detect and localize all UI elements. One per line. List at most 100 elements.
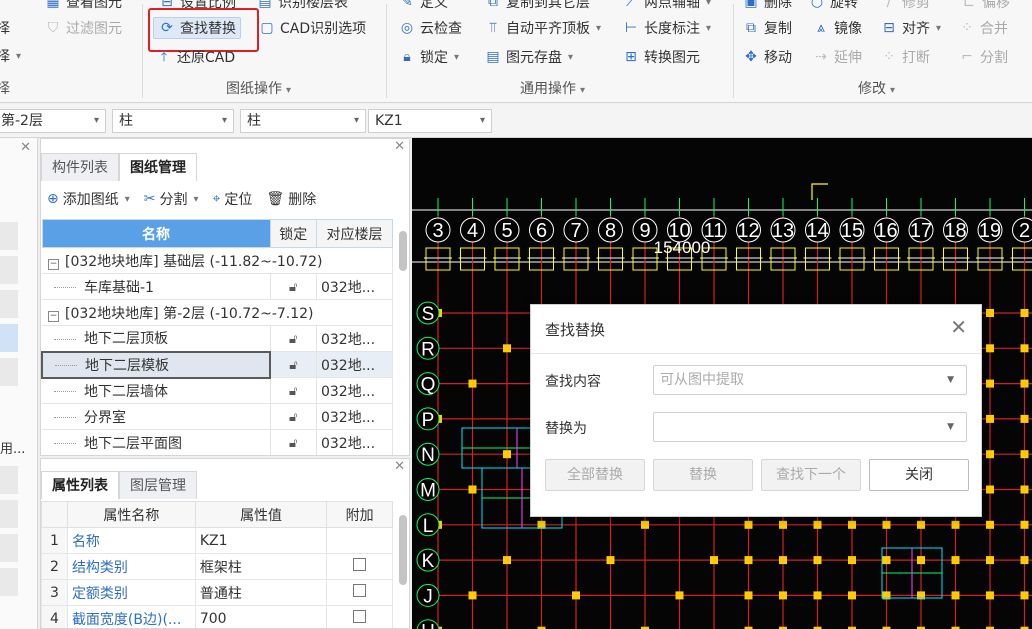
delete-button[interactable]: ▣ 删除	[742, 0, 792, 13]
vertical-scrollbar[interactable]	[399, 515, 407, 585]
nav-item[interactable]	[0, 290, 18, 318]
mirror-button[interactable]: ⩓ 镜像	[812, 17, 862, 39]
split-drawing-button[interactable]: ✂ 分割 ▾	[144, 189, 199, 209]
close-icon[interactable]: ✕	[950, 315, 967, 339]
align-button[interactable]: ⊟ 对齐 ▾	[880, 17, 941, 39]
break-button[interactable]: ⁘ 打断	[880, 46, 930, 68]
copy-to-floor-button[interactable]: ⧉ 复制到其它层	[484, 0, 590, 13]
table-row[interactable]: 地下二层平面图 🔓︎ 032地...	[42, 429, 394, 455]
tab-property-list[interactable]: 属性列表	[41, 471, 119, 499]
split-button[interactable]: ⌐ 分割	[958, 46, 1008, 68]
dimension-button[interactable]: ⊢ 长度标注 ▾	[622, 17, 711, 39]
nav-item[interactable]	[0, 222, 18, 250]
tab-layer-management[interactable]: 图层管理	[119, 471, 197, 499]
table-row[interactable]: − [032地块地库] 基础层 (-11.82~-10.72)	[42, 247, 393, 274]
axis-label: 2	[1019, 220, 1030, 242]
locate-button[interactable]: ⌖ 定位	[213, 189, 253, 209]
chevron-down-icon[interactable]: ▼	[947, 366, 954, 394]
tab-component-list[interactable]: 构件列表	[41, 153, 119, 181]
component-type-select[interactable]: 柱 ▾	[112, 109, 234, 133]
replace-all-button[interactable]: 全部替换	[545, 459, 645, 491]
unlock-icon[interactable]: 🔓︎	[289, 332, 297, 347]
unlock-icon[interactable]: 🔓︎	[289, 358, 297, 373]
group-label-general-ops[interactable]: 通用操作 ▾	[520, 78, 585, 98]
find-input[interactable]: 可从图中提取 ▼	[653, 365, 967, 395]
nav-item[interactable]	[0, 534, 18, 562]
collapse-icon[interactable]: −	[48, 310, 59, 322]
convert-button[interactable]: ⊞ 转换图元	[622, 46, 700, 68]
column-marker	[744, 591, 753, 600]
cloud-check-button[interactable]: ◎ 云检查	[398, 17, 462, 39]
two-point-aux-button[interactable]: ⟋ 两点辅轴 ▾	[622, 0, 711, 13]
floor-select[interactable]: 第-2层 ▾	[0, 109, 106, 133]
column-header-lock[interactable]: 锁定	[269, 219, 317, 248]
nav-item[interactable]	[0, 500, 18, 528]
table-row[interactable]: − [032地块地库] 第-2层 (-10.72~-7.12)	[42, 299, 393, 326]
column-header-name[interactable]: 名称	[41, 219, 271, 248]
find-next-button[interactable]: 查找下一个	[761, 459, 861, 491]
offset-button[interactable]: ⊏ 偏移	[960, 0, 1010, 13]
component-name-select[interactable]: KZ1 ▾	[368, 109, 492, 133]
extra-checkbox[interactable]	[353, 610, 367, 623]
extend-button[interactable]: ⇢ 延伸	[812, 46, 862, 68]
table-row[interactable]: 地下二层顶板 🔓︎ 032地...	[42, 325, 394, 352]
auto-align-top-button[interactable]: ⫪ 自动平齐顶板 ▾	[484, 17, 601, 39]
prop-value[interactable]: 框架柱	[194, 553, 328, 580]
prop-name: 名称	[66, 527, 196, 554]
define-button[interactable]: ✎ 定义	[398, 0, 448, 13]
table-row[interactable]: 2 结构类别 框架柱	[41, 553, 393, 580]
restore-cad-button[interactable]: ⤒ 还原CAD	[155, 46, 235, 68]
extra-checkbox[interactable]	[353, 584, 367, 597]
lock-button[interactable]: 🔒︎ 锁定 ▾	[398, 46, 459, 68]
filter-button[interactable]: ⛉ 过滤图元	[44, 17, 122, 39]
tab-drawing-management[interactable]: 图纸管理	[119, 153, 197, 181]
column-marker	[1020, 344, 1029, 353]
nav-item[interactable]	[0, 256, 18, 284]
nav-item[interactable]	[0, 466, 18, 494]
table-row[interactable]: 车库基础-1 🔓︎ 032地...	[42, 273, 394, 300]
copy-button[interactable]: ⧉ 复制	[742, 17, 792, 39]
component-subtype-select[interactable]: 柱 ▾	[240, 109, 366, 133]
prop-value[interactable]: 普通柱	[194, 579, 328, 606]
rotate-button[interactable]: ○ 旋转	[808, 0, 858, 13]
table-row[interactable]: 地下二层墙体 🔓︎ 032地...	[42, 377, 394, 404]
chevron-down-icon[interactable]: ▼	[947, 413, 954, 441]
unlock-icon[interactable]: 🔓︎	[289, 410, 297, 425]
add-drawing-button[interactable]: ⊕ 添加图纸 ▾	[47, 189, 130, 209]
unlock-icon[interactable]: 🔓︎	[289, 280, 297, 295]
replace-button[interactable]: 替换	[653, 459, 753, 491]
extra-checkbox[interactable]	[353, 558, 367, 571]
view-drawing-button[interactable]: ▦ 查看图元	[44, 0, 122, 13]
delete-drawing-button[interactable]: 🗑︎ 删除	[266, 189, 316, 209]
column-marker	[986, 556, 994, 565]
table-row[interactable]: 1 名称 KZ1	[41, 527, 393, 554]
cad-options-button[interactable]: ▢ CAD识别选项	[258, 17, 366, 39]
table-row[interactable]: 3 定额类别 普通柱	[41, 579, 393, 606]
move-button[interactable]: ✥ 移动	[742, 46, 792, 68]
merge-button[interactable]: ⁘ 合并	[958, 17, 1008, 39]
nav-item[interactable]	[0, 568, 18, 596]
save-as-button[interactable]: ▤ 图元存盘 ▾	[484, 46, 573, 68]
nav-item-active[interactable]	[0, 324, 18, 352]
trim-button[interactable]: / 修剪	[880, 0, 930, 13]
clipped-select-button[interactable]: 择▾	[0, 45, 21, 67]
unlock-icon[interactable]: 🔓︎	[289, 436, 297, 451]
replace-input[interactable]: ▼	[653, 412, 967, 442]
table-row[interactable]: 4 截面宽度(B边)(... 700	[41, 605, 393, 628]
column-header-floor[interactable]: 对应楼层	[315, 219, 394, 248]
unlock-icon[interactable]: 🔓︎	[289, 384, 297, 399]
table-row-selected[interactable]: 地下二层模板 🔓︎ 032地...	[41, 350, 394, 379]
group-label-drawing-ops[interactable]: 图纸操作 ▾	[226, 78, 291, 98]
vertical-scrollbar[interactable]	[399, 231, 407, 271]
prop-value[interactable]: 700	[194, 605, 328, 628]
close-icon[interactable]: ✕	[394, 139, 405, 154]
nav-item[interactable]	[0, 358, 18, 386]
identify-floors-button[interactable]: ▤ 识别楼层表	[256, 0, 348, 13]
collapse-icon[interactable]: −	[48, 258, 59, 270]
group-label-modify[interactable]: 修改 ▾	[858, 78, 895, 98]
table-row[interactable]: 分界室 🔓︎ 032地...	[42, 403, 394, 430]
close-icon[interactable]: ✕	[394, 459, 405, 474]
prop-value[interactable]: KZ1	[194, 527, 328, 554]
close-button[interactable]: 关闭	[869, 459, 969, 491]
close-icon[interactable]: ✕	[20, 140, 31, 155]
